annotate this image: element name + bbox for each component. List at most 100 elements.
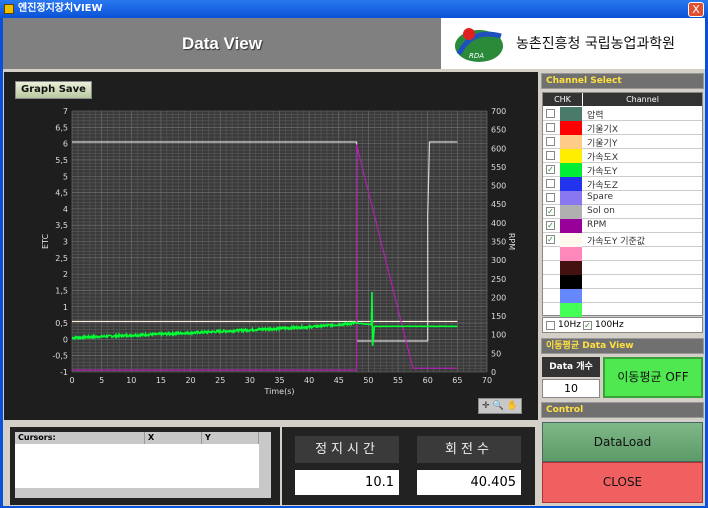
channel-row[interactable]: ✓ Sol on bbox=[543, 205, 702, 219]
channel-checkbox[interactable] bbox=[546, 109, 555, 118]
dataload-button[interactable]: DataLoad bbox=[542, 422, 703, 462]
channel-row[interactable]: 기울기Y bbox=[543, 135, 702, 149]
window-close-button[interactable]: X bbox=[688, 2, 704, 17]
y2-tick-label: 100 bbox=[491, 331, 506, 340]
y-tick-label: 4,5 bbox=[55, 189, 68, 198]
y-tick-label: 3 bbox=[63, 238, 68, 247]
channel-label: RPM bbox=[587, 220, 607, 230]
y2-tick-label: 450 bbox=[491, 200, 506, 209]
organization-name: 농촌진흥청 국립농업과학원 bbox=[516, 36, 676, 52]
hz10-checkbox[interactable] bbox=[546, 321, 555, 330]
channel-checkbox[interactable]: ✓ bbox=[546, 165, 555, 174]
channel-row[interactable]: 압력 bbox=[543, 107, 702, 121]
y-tick-label: -1 bbox=[60, 368, 68, 377]
horizontal-scrollbar[interactable] bbox=[15, 488, 259, 498]
moving-avg-header: 이동평균 Data View bbox=[541, 338, 704, 354]
channel-row[interactable] bbox=[543, 289, 702, 303]
hz100-checkbox[interactable]: ✓ bbox=[583, 321, 592, 330]
chart[interactable]: 0 5 10 15 20 25 30 35 40 45 50 55 60 65 70-1-0,500,511… bbox=[4, 100, 538, 400]
channel-color-swatch bbox=[560, 107, 582, 121]
vertical-scrollbar[interactable] bbox=[259, 432, 271, 498]
y-tick-label: 1,5 bbox=[55, 286, 68, 295]
control-header: Control bbox=[541, 402, 704, 418]
graph-tools-palette[interactable]: ✛ 🔍 ✋ bbox=[478, 398, 522, 414]
channel-color-swatch bbox=[560, 303, 582, 317]
col-chk: CHK bbox=[543, 93, 582, 106]
x-tick-label: 55 bbox=[393, 376, 403, 385]
sample-rate-bar: 10Hz ✓ 100Hz bbox=[542, 317, 703, 333]
channel-color-swatch bbox=[560, 205, 582, 219]
channel-row[interactable]: 가속도X bbox=[543, 149, 702, 163]
channel-checkbox[interactable] bbox=[546, 179, 555, 188]
channel-label: 기울기Y bbox=[587, 139, 618, 149]
y-tick-label: 2,5 bbox=[55, 254, 68, 263]
channel-row[interactable]: ✓ 가속도Y bbox=[543, 163, 702, 177]
close-button[interactable]: CLOSE bbox=[542, 462, 703, 503]
channel-color-swatch bbox=[560, 135, 582, 149]
channel-label: 가속도Y bbox=[587, 167, 618, 177]
y2-tick-label: 50 bbox=[491, 349, 501, 358]
graph-save-button[interactable]: Graph Save bbox=[15, 81, 92, 99]
y-axis-label: ETC bbox=[41, 234, 50, 249]
x-tick-label: 25 bbox=[215, 376, 225, 385]
channel-row[interactable] bbox=[543, 261, 702, 275]
col-channel: Channel bbox=[583, 93, 702, 106]
channel-row[interactable]: 기울기X bbox=[543, 121, 702, 135]
y2-tick-label: 650 bbox=[491, 126, 506, 135]
y-tick-label: 6 bbox=[63, 140, 68, 149]
channel-color-swatch bbox=[560, 233, 582, 247]
channel-row[interactable]: Spare bbox=[543, 191, 702, 205]
channel-checkbox[interactable] bbox=[546, 151, 555, 160]
y2-tick-label: 250 bbox=[491, 275, 506, 284]
channel-row[interactable]: ✓ 가속도Y 기준값 bbox=[543, 233, 702, 247]
channel-checkbox[interactable] bbox=[546, 123, 555, 132]
stop-time-value: 10.1 bbox=[295, 470, 399, 495]
x-tick-label: 15 bbox=[156, 376, 166, 385]
channel-checkbox[interactable]: ✓ bbox=[546, 235, 555, 244]
x-tick-label: 5 bbox=[99, 376, 104, 385]
channel-checkbox[interactable]: ✓ bbox=[546, 207, 555, 216]
channel-label: 가속도X bbox=[587, 153, 619, 163]
cursor-col-name: Cursors: bbox=[15, 432, 145, 444]
y2-tick-label: 0 bbox=[491, 368, 496, 377]
cursor-col-x: X bbox=[145, 432, 202, 444]
channel-table: CHK Channel 압력기울기X 기울기Y 가속도X ✓ 가속도Y 가속도Z Spare… bbox=[542, 92, 703, 317]
channel-color-swatch bbox=[560, 163, 582, 177]
channel-row[interactable]: ✓ RPM bbox=[543, 219, 702, 233]
page-title: Data View bbox=[3, 18, 441, 69]
channel-row[interactable] bbox=[543, 303, 702, 317]
channel-checkbox[interactable] bbox=[546, 193, 555, 202]
x-tick-label: 70 bbox=[482, 376, 492, 385]
cursor-table[interactable]: Cursors: X Y bbox=[15, 432, 271, 498]
moving-avg-toggle[interactable]: 이동평균 OFF bbox=[603, 357, 703, 398]
x-tick-label: 30 bbox=[245, 376, 255, 385]
channel-row[interactable]: 가속도Z bbox=[543, 177, 702, 191]
data-count-input[interactable]: 10 bbox=[542, 379, 600, 398]
y2-tick-label: 150 bbox=[491, 312, 506, 321]
y2-tick-label: 400 bbox=[491, 219, 506, 228]
channel-row[interactable] bbox=[543, 275, 702, 289]
y2-tick-label: 600 bbox=[491, 144, 506, 153]
y-tick-label: 2 bbox=[63, 270, 68, 279]
y2-tick-label: 550 bbox=[491, 163, 506, 172]
channel-color-swatch bbox=[560, 261, 582, 275]
app-icon bbox=[4, 4, 14, 14]
channel-checkbox[interactable]: ✓ bbox=[546, 221, 555, 230]
channel-label: 압력 bbox=[587, 111, 604, 121]
channel-checkbox[interactable] bbox=[546, 137, 555, 146]
channel-label: Spare bbox=[587, 192, 613, 202]
channel-label: 기울기X bbox=[587, 125, 619, 135]
channel-label: 가속도Y 기준값 bbox=[587, 237, 646, 247]
revolutions-label: 회전수 bbox=[417, 436, 521, 463]
y2-tick-label: 350 bbox=[491, 238, 506, 247]
x-tick-label: 40 bbox=[304, 376, 314, 385]
y-tick-label: 7 bbox=[63, 107, 68, 116]
y-tick-label: 3,5 bbox=[55, 221, 68, 230]
x-tick-label: 65 bbox=[452, 376, 462, 385]
window-title: 엔진정지장치VIEW bbox=[18, 3, 103, 14]
channel-row[interactable] bbox=[543, 247, 702, 261]
x-tick-label: 0 bbox=[69, 376, 74, 385]
data-count-label: Data 개수 bbox=[542, 357, 600, 377]
x-tick-label: 60 bbox=[423, 376, 433, 385]
y-tick-label: -0,5 bbox=[52, 352, 68, 361]
